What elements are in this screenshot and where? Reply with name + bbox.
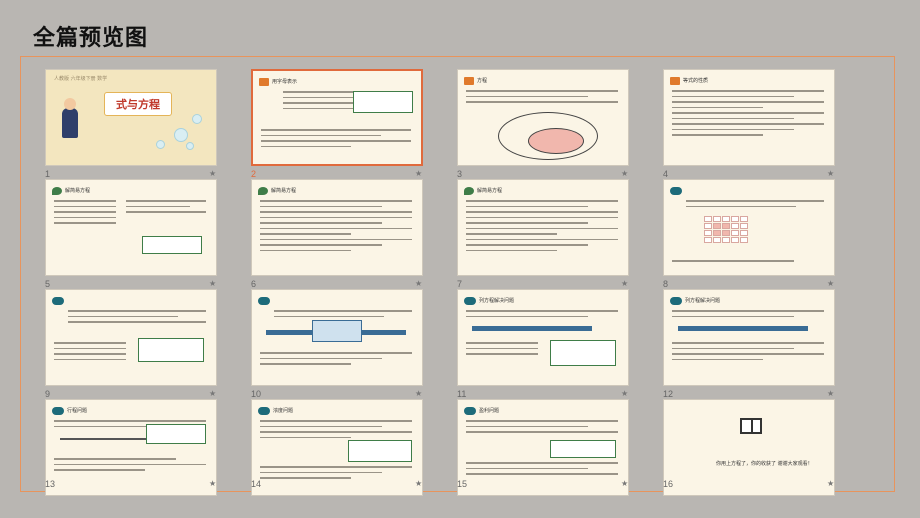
- star-icon: ★: [209, 389, 217, 398]
- slide-thumbnail-12[interactable]: 列方程解决问题: [663, 289, 835, 386]
- slide-thumbnail-9[interactable]: [45, 289, 217, 386]
- slide-heading: 解简易方程: [65, 188, 91, 194]
- bubble-icon: [174, 128, 188, 142]
- slide-thumbnail-2[interactable]: 用字母表示: [251, 69, 423, 166]
- section-tag-icon: [670, 76, 680, 85]
- book-icon: [740, 418, 762, 434]
- slide-number: 3: [457, 169, 463, 179]
- end-text: 你用上方程了，你的收获了 谢谢大家观看！: [716, 461, 813, 467]
- star-icon: ★: [415, 279, 423, 288]
- slide-number: 7: [457, 279, 463, 289]
- slide-number: 4: [663, 169, 669, 179]
- line-segment-bar: [472, 326, 592, 331]
- slide-heading: 盈利问题: [479, 408, 500, 414]
- slide-number: 11: [457, 389, 467, 399]
- star-icon: ★: [827, 479, 835, 488]
- slide-number: 8: [663, 279, 669, 289]
- slide-thumbnail-13[interactable]: 行程问题: [45, 399, 217, 496]
- star-icon: ★: [827, 279, 835, 288]
- slide-thumbnail-1[interactable]: 人教版 六年级下册 数学 式与方程: [45, 69, 217, 166]
- slide-heading: 列方程解决问题: [479, 298, 515, 304]
- star-icon: ★: [621, 479, 629, 488]
- slide-number: 12: [663, 389, 674, 399]
- slide-thumbnail-8[interactable]: [663, 179, 835, 276]
- slide-heading: 浓度问题: [273, 408, 294, 414]
- leaf-tag-icon: [258, 186, 268, 195]
- note-box: [550, 340, 616, 366]
- slide-heading: 列方程解决问题: [685, 298, 721, 304]
- slide-thumbnail-15[interactable]: 盈利问题: [457, 399, 629, 496]
- doctor-figure-icon: [62, 98, 78, 138]
- slide-heading: 等式的性质: [683, 78, 709, 84]
- line-segment-bar: [60, 438, 160, 440]
- slide-preview-panel: 人教版 六年级下册 数学 式与方程 1 ★ 用字母表示 2 ★ 方程 3 ★ 等…: [20, 56, 895, 496]
- section-tag-icon: [464, 406, 476, 415]
- slide-heading: 用字母表示: [272, 79, 298, 85]
- slide-thumbnail-3[interactable]: 方程: [457, 69, 629, 166]
- section-tag-icon: [464, 296, 476, 305]
- star-icon: ★: [209, 279, 217, 288]
- slide-thumbnail-4[interactable]: 等式的性质: [663, 69, 835, 166]
- bubble-icon: [186, 142, 194, 150]
- page-title: 全篇预览图: [33, 26, 149, 51]
- star-icon: ★: [621, 279, 629, 288]
- slide-number: 1: [45, 169, 51, 179]
- note-box: [550, 440, 616, 458]
- star-icon: ★: [415, 389, 423, 398]
- slide-number: 14: [251, 479, 262, 489]
- section-tag-icon: [52, 296, 64, 305]
- slide-thumbnail-11[interactable]: 列方程解决问题: [457, 289, 629, 386]
- calendar-grid: [704, 216, 748, 243]
- slide-thumbnail-7[interactable]: 解简易方程: [457, 179, 629, 276]
- star-icon: ★: [415, 169, 423, 178]
- slide-thumbnail-16[interactable]: 你用上方程了，你的收获了 谢谢大家观看！: [663, 399, 835, 496]
- star-icon: ★: [209, 479, 217, 488]
- slide-thumbnail-5[interactable]: 解简易方程: [45, 179, 217, 276]
- star-icon: ★: [827, 169, 835, 178]
- slide-thumbnail-10[interactable]: [251, 289, 423, 386]
- slide-heading: 行程问题: [67, 408, 88, 414]
- leaf-tag-icon: [464, 186, 474, 195]
- slide-heading: 方程: [477, 78, 488, 84]
- slide-number: 9: [45, 389, 51, 399]
- venn-inner: [528, 128, 584, 154]
- section-tag-icon: [258, 406, 270, 415]
- note-box: [353, 91, 413, 113]
- slide-thumbnail-6[interactable]: 解简易方程: [251, 179, 423, 276]
- slide-number: 16: [663, 479, 674, 489]
- section-tag-icon: [464, 76, 474, 85]
- bubble-icon: [156, 140, 165, 149]
- slide-number: 6: [251, 279, 257, 289]
- note-box: [142, 236, 202, 254]
- leaf-tag-icon: [52, 186, 62, 195]
- cover-top-text: 人教版 六年级下册 数学: [54, 76, 108, 82]
- section-tag-icon: [670, 186, 682, 195]
- star-icon: ★: [621, 389, 629, 398]
- slide-number: 5: [45, 279, 51, 289]
- slide-number: 10: [251, 389, 262, 399]
- star-icon: ★: [415, 479, 423, 488]
- slide-number: 2: [251, 169, 257, 179]
- star-icon: ★: [209, 169, 217, 178]
- note-box: [138, 338, 204, 362]
- slide-number: 15: [457, 479, 468, 489]
- line-segment-bar: [678, 326, 808, 331]
- star-icon: ★: [827, 389, 835, 398]
- star-icon: ★: [621, 169, 629, 178]
- slide-heading: 解简易方程: [271, 188, 297, 194]
- section-tag-icon: [258, 296, 270, 305]
- cover-title: 式与方程: [104, 92, 172, 116]
- slide-heading: 解简易方程: [477, 188, 503, 194]
- slide-number: 13: [45, 479, 56, 489]
- slide-thumbnail-14[interactable]: 浓度问题: [251, 399, 423, 496]
- section-tag-icon: [259, 77, 269, 86]
- note-box: [348, 440, 412, 462]
- section-tag-icon: [52, 406, 64, 415]
- bubble-icon: [192, 114, 202, 124]
- section-tag-icon: [670, 296, 682, 305]
- shaded-region: [312, 320, 362, 342]
- note-box: [146, 424, 206, 444]
